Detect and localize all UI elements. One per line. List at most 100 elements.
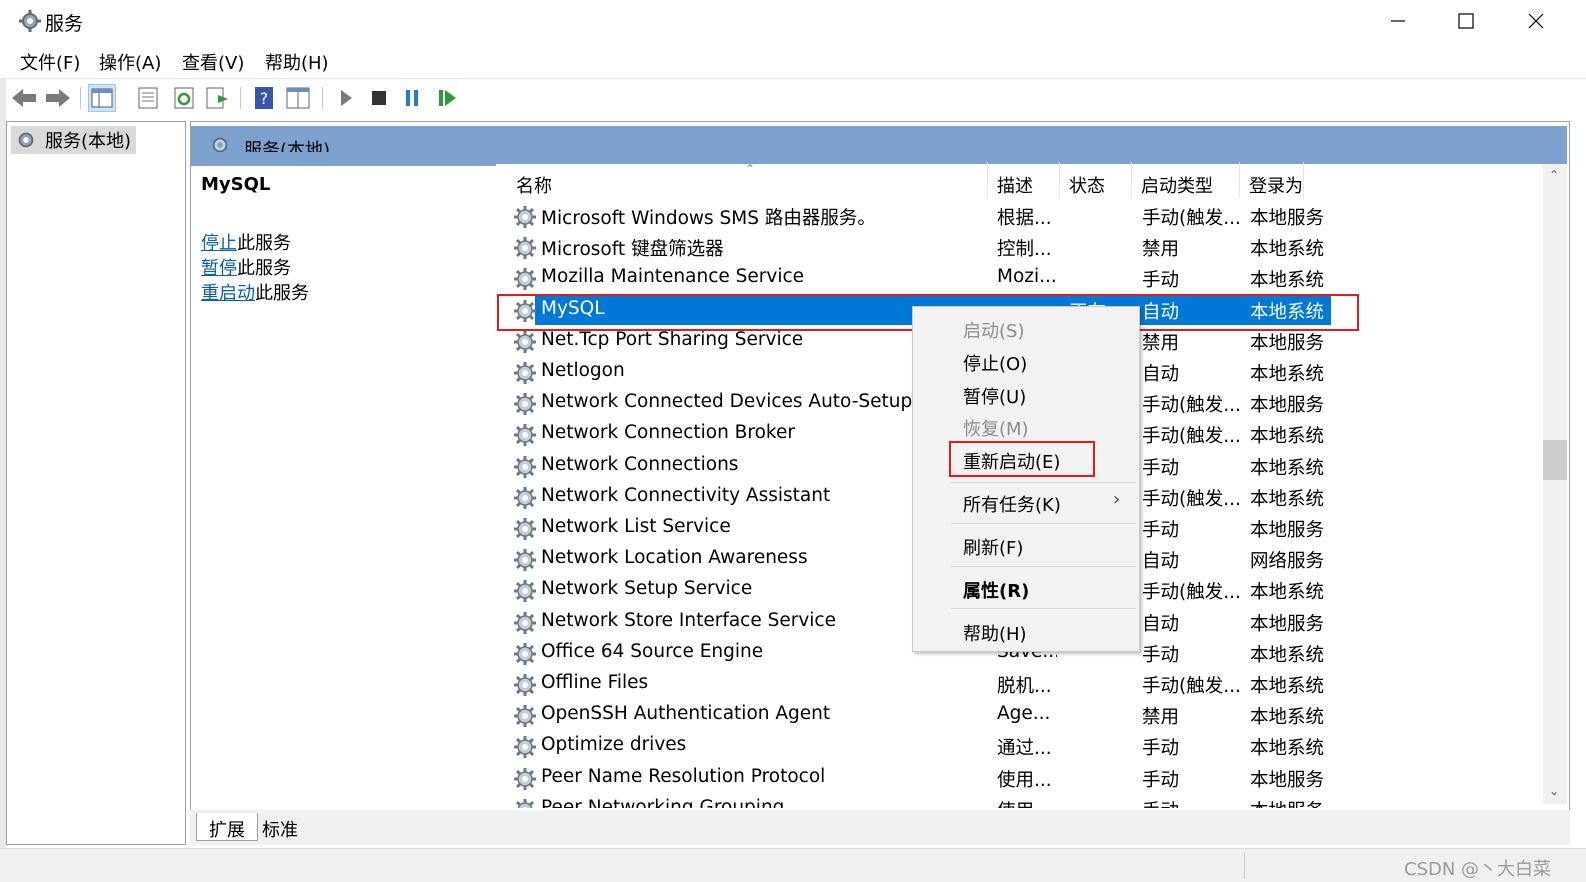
- table-row[interactable]: Network Store Interface Service 自动 本地服务: [191, 606, 1541, 637]
- table-row[interactable]: Optimize drives 通过... 手动 本地系统: [191, 730, 1541, 761]
- back-arrow-icon[interactable]: [10, 84, 38, 112]
- context-menu: 启动(S) 停止(O) 暂停(U) 恢复(M) 重新启动(E) 所有任务(K) …: [912, 306, 1140, 652]
- cell-startup: 手动: [1142, 769, 1180, 791]
- column-header-description[interactable]: 描述: [997, 172, 1033, 198]
- service-gear-icon: [513, 205, 537, 229]
- table-row[interactable]: OpenSSH Authentication Agent Age... 禁用 本地系统: [191, 699, 1541, 730]
- pause-service-icon[interactable]: [398, 84, 426, 112]
- menu-bar: 文件(F) 操作(A) 查看(V) 帮助(H): [0, 44, 1586, 78]
- table-row[interactable]: Network Connection Broker 手动(触发... 本地系统: [191, 418, 1541, 449]
- cell-startup: 自动: [1142, 613, 1180, 635]
- cell-startup: 禁用: [1142, 239, 1180, 261]
- column-header-status[interactable]: 状态: [1069, 172, 1105, 198]
- table-row[interactable]: Network Setup Service 手动(触发... 本地系统: [191, 574, 1541, 605]
- table-row[interactable]: Microsoft Windows SMS 路由器服务。 根据... 手动(触发..…: [191, 200, 1541, 231]
- cell-startup: 手动: [1142, 520, 1180, 541]
- cell-startup: 手动: [1142, 457, 1180, 479]
- table-row[interactable]: Peer Name Resolution Protocol 使用... 手动 本地服务: [191, 762, 1541, 793]
- forward-arrow-icon[interactable]: [44, 84, 72, 112]
- cell-logon: 本地系统: [1250, 707, 1325, 729]
- menu-help[interactable]: 帮助(H): [265, 49, 329, 75]
- menu-action[interactable]: 操作(A): [99, 49, 161, 75]
- cell-startup: 手动(触发...: [1142, 676, 1240, 697]
- scroll-up-arrow-icon[interactable]: ⌃: [1549, 168, 1559, 182]
- cell-logon: 本地系统: [1250, 457, 1325, 479]
- service-gear-icon: [513, 579, 537, 603]
- svg-text:?: ?: [260, 89, 269, 108]
- close-button[interactable]: [1502, 0, 1570, 42]
- table-row[interactable]: Network Connected Devices Auto-Setup 手动(触…: [191, 387, 1541, 418]
- column-divider: [1059, 162, 1060, 198]
- context-menu-start[interactable]: 启动(S): [963, 317, 1024, 343]
- column-header-name[interactable]: 名称: [516, 172, 552, 198]
- services-gear-icon: [15, 129, 39, 151]
- table-row[interactable]: Office 64 Source EngineSave...手动本地系统: [191, 637, 1541, 668]
- cell-startup: 禁用: [1142, 707, 1180, 729]
- cell-desc: 通过...: [997, 738, 1052, 760]
- cell-logon: 本地服务: [1250, 797, 1340, 808]
- context-menu-separator: [951, 608, 1136, 609]
- export-list-icon[interactable]: [204, 84, 232, 112]
- service-gear-icon: [513, 423, 537, 447]
- cell-logon: 本地系统: [1250, 582, 1325, 604]
- watermark-text: CSDN @丶大白菜: [1404, 859, 1552, 880]
- context-menu-resume[interactable]: 恢复(M): [963, 415, 1029, 441]
- cell-startup: 手动: [1142, 644, 1180, 666]
- table-row[interactable]: Microsoft 键盘筛选器 控制... 禁用 本地系统: [191, 231, 1541, 262]
- minimize-button[interactable]: [1364, 0, 1432, 42]
- table-row[interactable]: Peer Networking Grouping 使用... 手动本地服务: [191, 793, 1541, 808]
- cell-name: Microsoft Windows SMS 路由器服务。: [541, 208, 876, 229]
- maximize-button[interactable]: [1432, 0, 1500, 42]
- tree-item-label: 服务(本地): [45, 131, 132, 152]
- menu-view[interactable]: 查看(V): [182, 49, 244, 75]
- toolbar-separator: [80, 87, 81, 109]
- table-row[interactable]: Network List Service 手动 本地服务: [191, 512, 1541, 543]
- table-row[interactable]: Offline Files 脱机... 手动(触发... 本地系统: [191, 668, 1541, 699]
- tab-extended[interactable]: 扩展: [196, 813, 258, 841]
- cell-logon: 本地系统: [1250, 364, 1325, 385]
- tab-standard[interactable]: 标准: [250, 813, 310, 841]
- cell-desc: 使用...: [997, 769, 1052, 791]
- table-row[interactable]: Network Connectivity Assistant 手动(触发... 本地…: [191, 481, 1541, 512]
- vertical-scrollbar[interactable]: ⌃ ⌄: [1543, 164, 1567, 804]
- cell-logon: 本地服务: [1250, 769, 1325, 791]
- table-row[interactable]: Network Location Awareness 自动 网络服务: [191, 543, 1541, 574]
- cell-desc: 使用...: [997, 797, 1057, 808]
- cell-logon: 本地服务: [1250, 395, 1325, 417]
- selected-service-name: MySQL: [201, 174, 271, 195]
- cell-desc: 控制...: [997, 239, 1052, 261]
- table-row[interactable]: Netlogon 自动 本地系统: [191, 356, 1541, 387]
- tree-item-services-local[interactable]: 服务(本地): [11, 126, 136, 154]
- column-header-logon-as[interactable]: 登录为: [1249, 172, 1303, 198]
- table-row[interactable]: Mozilla Maintenance Service Mozi... 手动 本地系统: [191, 262, 1541, 293]
- cell-desc: 脱机...: [997, 676, 1052, 697]
- cell-logon: 本地服务: [1250, 613, 1325, 635]
- properties-icon[interactable]: [134, 84, 162, 112]
- help-icon[interactable]: ?: [250, 84, 278, 112]
- context-menu-help[interactable]: 帮助(H): [963, 620, 1027, 646]
- cell-startup: 手动(触发...: [1142, 395, 1240, 417]
- context-menu-stop[interactable]: 停止(O): [963, 350, 1027, 376]
- refresh-icon[interactable]: [170, 84, 198, 112]
- table-row[interactable]: Network Connections 手动 本地系统: [191, 450, 1541, 481]
- context-menu-refresh[interactable]: 刷新(F): [963, 534, 1023, 560]
- stop-service-icon[interactable]: [365, 84, 393, 112]
- cell-startup: 禁用: [1142, 332, 1180, 354]
- service-gear-icon: [513, 486, 537, 510]
- cell-name: Mozilla Maintenance Service: [541, 266, 805, 288]
- context-menu-all-tasks[interactable]: 所有任务(K): [963, 491, 1061, 517]
- column-header-startup-type[interactable]: 启动类型: [1141, 172, 1213, 198]
- scroll-down-arrow-icon[interactable]: ⌄: [1549, 784, 1559, 798]
- menu-file[interactable]: 文件(F): [20, 49, 80, 75]
- cell-logon: 网络服务: [1250, 551, 1325, 573]
- context-menu-pause[interactable]: 暂停(U): [963, 383, 1026, 409]
- extended-view-icon[interactable]: [284, 84, 312, 112]
- start-service-icon[interactable]: [332, 84, 360, 112]
- console-tree-icon[interactable]: [88, 84, 116, 112]
- cell-startup: 自动: [1142, 364, 1180, 385]
- context-menu-properties[interactable]: 属性(R): [963, 577, 1029, 603]
- resume-service-icon[interactable]: [433, 84, 461, 112]
- context-menu-separator: [951, 482, 1136, 483]
- scrollbar-thumb[interactable]: [1543, 440, 1567, 480]
- cell-logon: 本地系统: [1250, 676, 1325, 697]
